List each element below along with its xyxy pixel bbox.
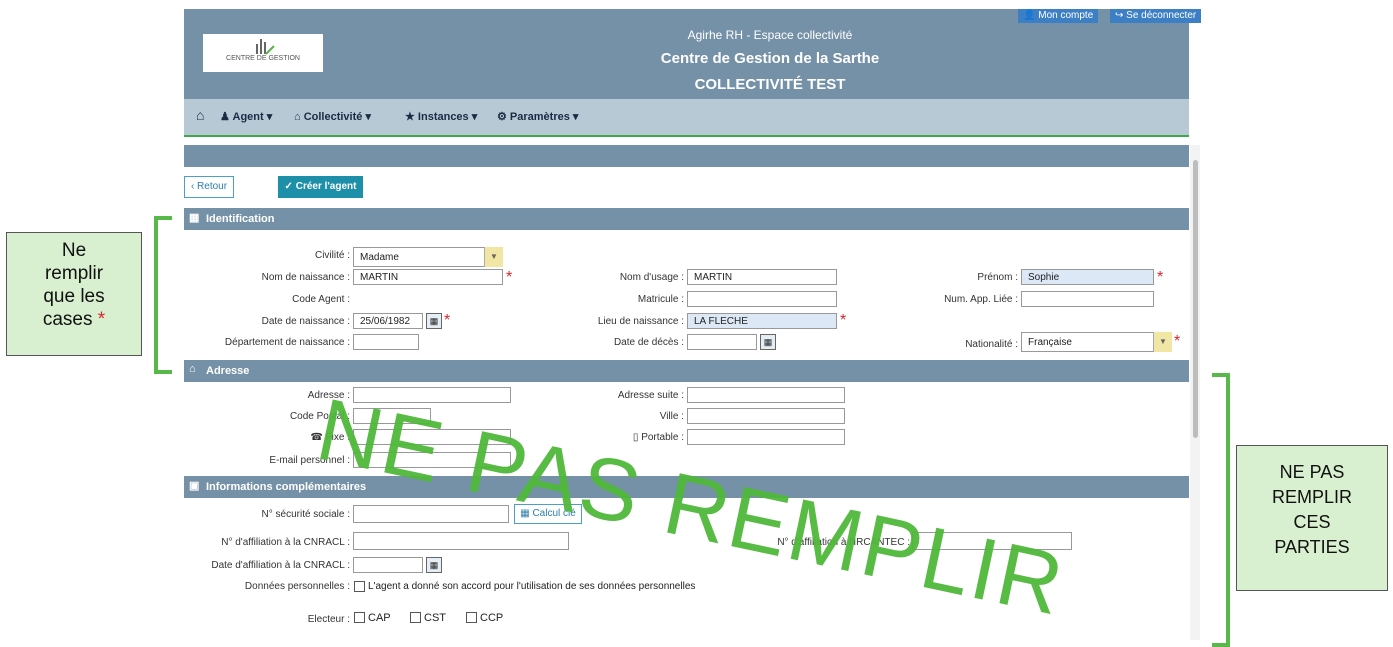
right-note-line: NE PAS <box>1279 462 1345 482</box>
civility-select[interactable]: Madame <box>353 247 503 267</box>
nav-collectivite[interactable]: ⌂ Collectivité ▾ <box>294 110 371 123</box>
birth-date-label: Date de naissance : <box>261 316 350 327</box>
right-note-line: PARTIES <box>1274 537 1350 557</box>
logout-link[interactable]: ↪ Se déconnecter <box>1110 9 1202 23</box>
my-account-label: Mon compte <box>1038 10 1094 21</box>
elector-cap-label: CAP <box>368 612 391 624</box>
mobile-phone-input[interactable] <box>687 429 845 445</box>
death-date-label: Date de décès : <box>613 337 684 348</box>
nav-parametres-label: Paramètres <box>509 111 570 123</box>
elector-ccp-label: CCP <box>480 612 504 624</box>
home-icon[interactable]: ⌂ <box>196 107 204 123</box>
cnracl-input[interactable] <box>353 532 569 550</box>
chevron-down-icon[interactable]: ▼ <box>484 247 503 267</box>
left-note-text: cases <box>42 309 93 330</box>
section-identification-title: Identification <box>206 213 275 225</box>
usage-name-input[interactable]: MARTIN <box>687 269 837 285</box>
id-card-icon: ▦ <box>189 212 200 224</box>
scrollbar-thumb[interactable] <box>1193 160 1198 438</box>
address-more-label: Adresse suite : <box>617 390 684 401</box>
personal-data-checkbox[interactable] <box>354 581 365 592</box>
elector-label: Electeur : <box>307 614 350 625</box>
calendar-icon[interactable]: ▦ <box>760 334 776 350</box>
collectivity-name: COLLECTIVITÉ TEST <box>694 76 846 93</box>
birth-place-input[interactable]: LA FLECHE <box>687 313 837 329</box>
required-star: * <box>840 312 847 329</box>
logo-text: CENTRE DE GESTION <box>226 55 300 62</box>
left-note-line: Ne <box>61 240 87 261</box>
nav-parametres[interactable]: ⚙ Paramètres ▾ <box>497 110 578 123</box>
nav-agent[interactable]: ♟ Agent ▾ <box>220 110 272 123</box>
right-note-box: NE PAS REMPLIR CES PARTIES <box>1236 445 1388 591</box>
create-agent-label: Créer l'agent <box>295 181 357 192</box>
mobile-phone-text: Portable : <box>641 432 684 443</box>
cnracl-date-input[interactable] <box>353 557 423 573</box>
left-note-line: remplir <box>44 263 104 284</box>
required-star: * <box>1174 333 1181 350</box>
first-name-label: Prénom : <box>977 272 1018 283</box>
civility-label: Civilité : <box>314 250 350 261</box>
archive-icon: ▣ <box>189 480 200 492</box>
organization-name: Centre de Gestion de la Sarthe <box>660 50 880 67</box>
page-title-bar <box>184 145 1189 167</box>
city-label: Ville : <box>659 411 684 422</box>
app-subtitle: Agirhe RH - Espace collectivité <box>687 28 853 42</box>
elector-cst-label: CST <box>424 612 446 624</box>
left-note-box: Ne remplir que les cases * <box>6 232 142 356</box>
calendar-icon[interactable]: ▦ <box>426 557 442 573</box>
chevron-down-icon[interactable]: ▼ <box>1153 332 1172 352</box>
elector-cst-checkbox[interactable] <box>410 612 421 623</box>
birth-dept-input[interactable] <box>353 334 419 350</box>
birth-name-label: Nom de naissance : <box>261 272 350 283</box>
nationality-label: Nationalité : <box>965 339 1018 350</box>
back-label: Retour <box>197 181 228 192</box>
nav-agent-label: Agent <box>232 111 264 123</box>
cnracl-label: N° d'affiliation à la CNRACL : <box>221 537 350 548</box>
create-agent-button[interactable]: ✓ Créer l'agent <box>278 176 363 198</box>
elector-cap-checkbox[interactable] <box>354 612 365 623</box>
nav-collectivite-label: Collectivité <box>303 111 363 123</box>
personal-data-label: Données personnelles : <box>244 581 350 592</box>
required-star: * <box>506 269 513 286</box>
nav-instances-label: Instances <box>417 111 469 123</box>
agent-code-label: Code Agent : <box>292 294 350 305</box>
elector-ccp-checkbox[interactable] <box>466 612 477 623</box>
right-note-line: CES <box>1293 512 1331 532</box>
birth-name-input[interactable]: MARTIN <box>353 269 503 285</box>
matricule-input[interactable] <box>687 291 837 307</box>
logout-label: Se déconnecter <box>1126 10 1197 21</box>
section-address-title: Adresse <box>206 365 250 377</box>
app-link-input[interactable] <box>1021 291 1154 307</box>
section-identification: ▦ Identification <box>184 208 1189 230</box>
right-bracket <box>1212 373 1230 647</box>
left-note-line: cases * <box>7 308 141 331</box>
home-icon: ⌂ <box>189 363 196 375</box>
city-input[interactable] <box>687 408 845 424</box>
birth-place-label: Lieu de naissance : <box>597 316 684 327</box>
left-note-line: que les <box>43 286 105 307</box>
usage-name-label: Nom d'usage : <box>619 272 684 283</box>
birth-date-input[interactable]: 25/06/1982 <box>353 313 423 329</box>
matricule-label: Matricule : <box>637 294 684 305</box>
nationality-select[interactable]: Française <box>1021 332 1171 352</box>
first-name-input[interactable]: Sophie <box>1021 269 1154 285</box>
back-button[interactable]: ‹ Retour <box>184 176 234 198</box>
left-bracket <box>154 216 172 374</box>
ssn-label: N° sécurité sociale : <box>261 509 350 520</box>
left-note-star: * <box>97 309 106 330</box>
my-account-link[interactable]: 👤 Mon compte <box>1018 9 1099 23</box>
required-star: * <box>1157 269 1164 286</box>
death-date-input[interactable] <box>687 334 757 350</box>
birth-dept-label: Département de naissance : <box>224 337 350 348</box>
required-star: * <box>444 312 451 329</box>
nav-instances[interactable]: ★ Instances ▾ <box>405 110 477 123</box>
address-more-input[interactable] <box>687 387 845 403</box>
personal-data-text: L'agent a donné son accord pour l'utilis… <box>368 581 696 592</box>
cnracl-date-label: Date d'affiliation à la CNRACL : <box>211 560 350 571</box>
calendar-icon[interactable]: ▦ <box>426 313 442 329</box>
app-link-label: Num. App. Liée : <box>944 294 1018 305</box>
right-note-line: REMPLIR <box>1271 487 1352 507</box>
